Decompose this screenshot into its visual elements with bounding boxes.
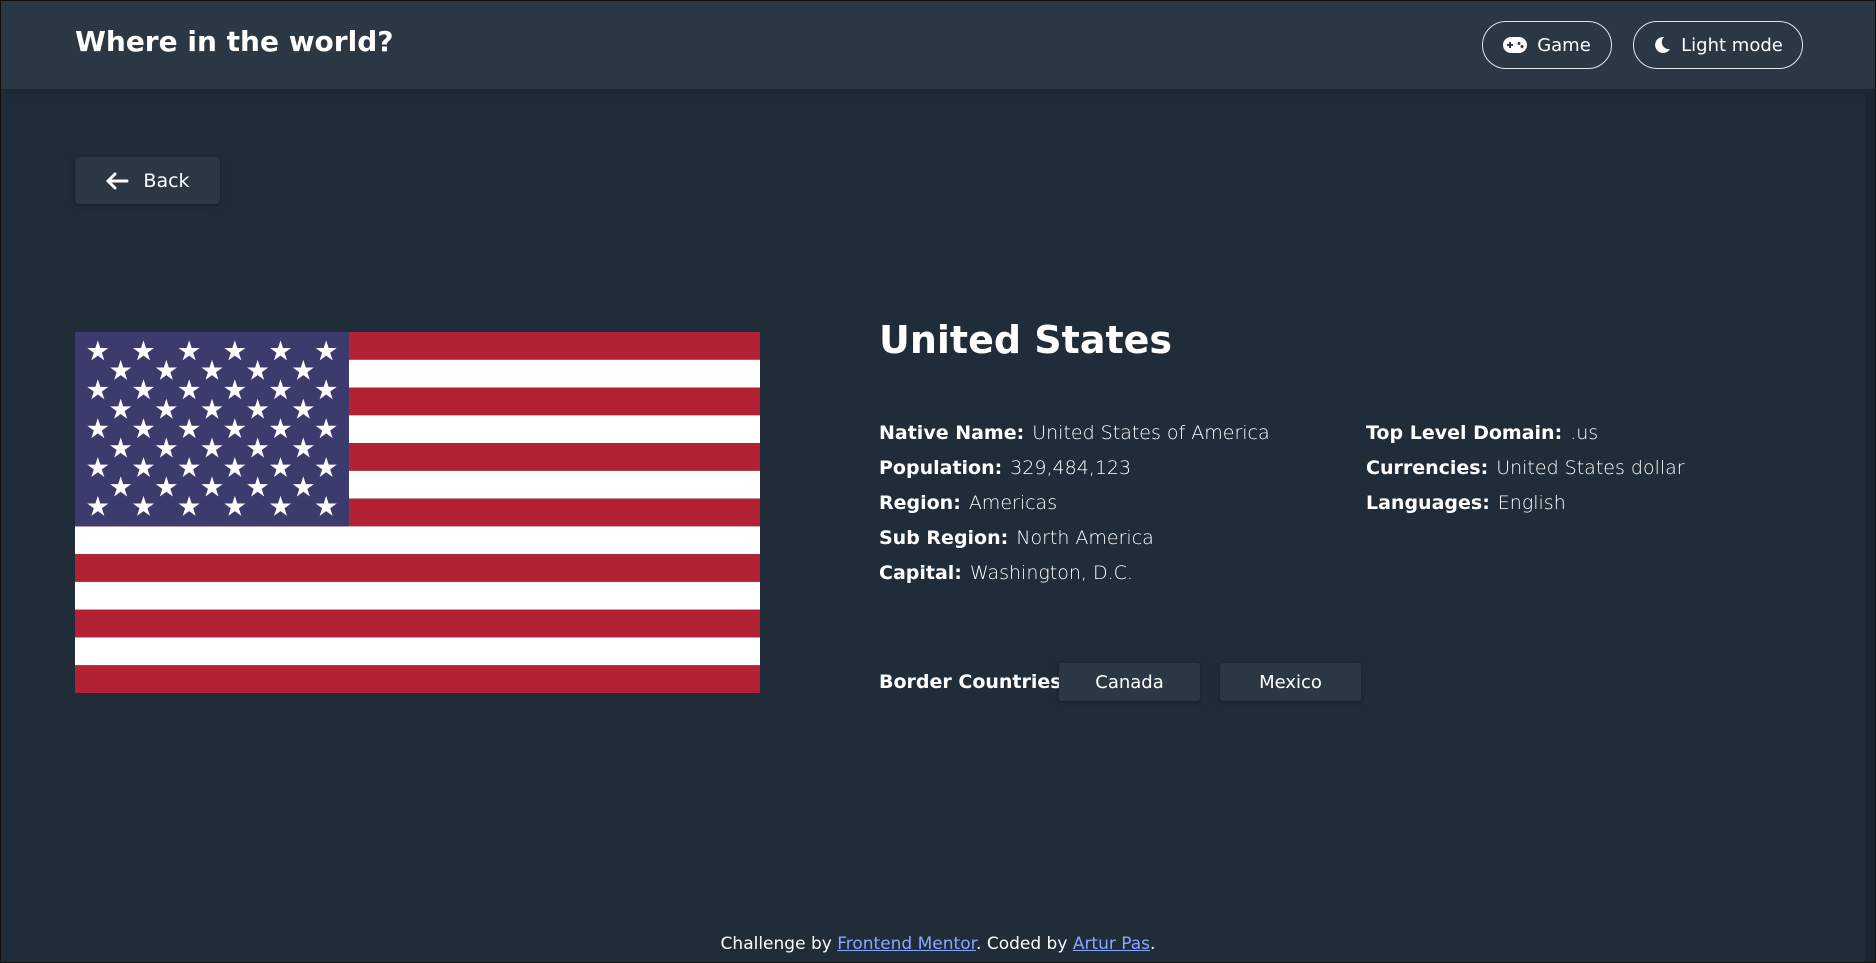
detail-capital: Capital: Washington, D.C. bbox=[879, 562, 1133, 584]
details-secondary: Top Level Domain: .us Currencies: United S… bbox=[1366, 420, 1685, 525]
detail-region: Region: Americas bbox=[879, 492, 1058, 514]
details-primary: Native Name: United States of America Pop… bbox=[879, 420, 1270, 595]
site-title: Where in the world? bbox=[75, 25, 394, 58]
border-countries-label: Border Countries: bbox=[879, 671, 1070, 693]
game-button-label: Game bbox=[1537, 34, 1591, 56]
frontend-mentor-link[interactable]: Frontend Mentor bbox=[837, 934, 976, 954]
detail-population: Population: 329,484,123 bbox=[879, 457, 1132, 479]
theme-toggle-label: Light mode bbox=[1681, 34, 1783, 56]
flag-stripe bbox=[75, 637, 760, 666]
footer-middle: . Coded by bbox=[976, 934, 1073, 954]
detail-sub-region: Sub Region: North America bbox=[879, 527, 1154, 549]
game-button[interactable]: Game bbox=[1482, 21, 1612, 69]
detail-currencies: Currencies: United States dollar bbox=[1366, 457, 1685, 479]
footer-suffix: . bbox=[1150, 934, 1156, 954]
author-link[interactable]: Artur Pas bbox=[1073, 934, 1150, 954]
detail-languages: Languages: English bbox=[1366, 492, 1566, 514]
detail-top-level-domain: Top Level Domain: .us bbox=[1366, 422, 1599, 444]
flag-stripe bbox=[75, 665, 760, 693]
arrow-left-icon bbox=[106, 172, 129, 189]
moon-icon bbox=[1655, 36, 1671, 53]
detail-native-name: Native Name: United States of America bbox=[879, 422, 1270, 444]
flag-stripe bbox=[75, 554, 760, 582]
theme-toggle-button[interactable]: Light mode bbox=[1633, 21, 1803, 69]
footer-prefix: Challenge by bbox=[720, 934, 838, 954]
border-country-mexico[interactable]: Mexico bbox=[1220, 663, 1361, 701]
country-name: United States bbox=[879, 318, 1173, 362]
back-button[interactable]: Back bbox=[75, 157, 220, 204]
scrollbar-track[interactable] bbox=[1865, 89, 1875, 962]
flag-stripe bbox=[75, 609, 760, 638]
back-button-label: Back bbox=[143, 169, 190, 192]
country-flag bbox=[75, 332, 760, 693]
border-country-canada[interactable]: Canada bbox=[1059, 663, 1200, 701]
footer-attribution: Challenge by Frontend Mentor. Coded by A… bbox=[0, 934, 1876, 954]
flag-stripe bbox=[75, 526, 760, 555]
gamepad-icon bbox=[1503, 37, 1528, 53]
flag-stripe bbox=[75, 581, 760, 610]
top-header: Where in the world? Game Light mode bbox=[1, 1, 1875, 89]
